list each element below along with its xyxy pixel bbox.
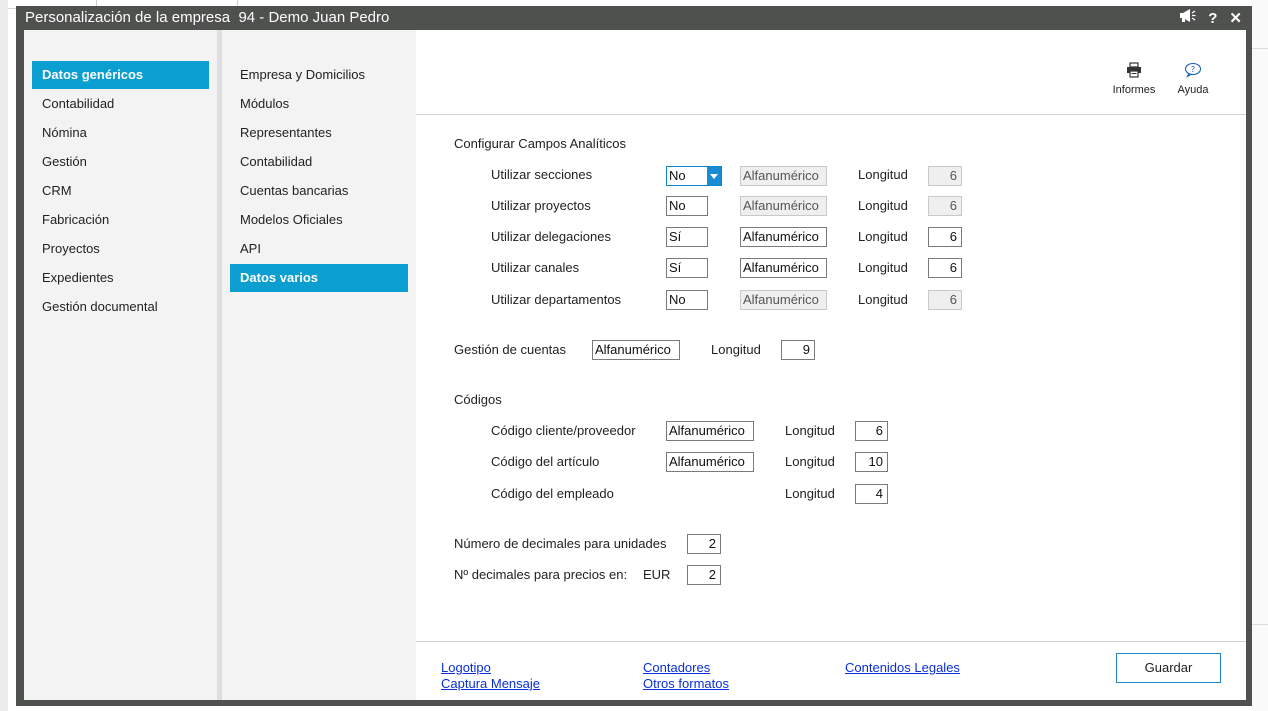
subnav-item-modulos[interactable]: Módulos: [230, 90, 408, 118]
departamentos-type-field: Alfanumérico: [740, 290, 827, 310]
logotipo-link[interactable]: Logotipo: [441, 660, 491, 675]
informes-button[interactable]: Informes: [1104, 62, 1164, 96]
otros-formatos-link[interactable]: Otros formatos: [643, 676, 729, 691]
secciones-label: Utilizar secciones: [491, 167, 593, 182]
analiticos-heading: Configurar Campos Analíticos: [454, 136, 626, 151]
secondary-nav: Empresa y Domicilios Módulos Representan…: [222, 30, 416, 700]
codigo-empleado-label: Código del empleado: [491, 486, 614, 501]
ayuda-button[interactable]: ? Ayuda: [1163, 62, 1223, 96]
primary-nav: Datos genéricos Contabilidad Nómina Gest…: [24, 30, 217, 700]
background-divider: [1252, 48, 1268, 49]
codigo-cliente-length-field[interactable]: 6: [855, 421, 888, 441]
captura-mensaje-link[interactable]: Captura Mensaje: [441, 676, 540, 691]
nav-item-gestion[interactable]: Gestión: [32, 148, 209, 176]
close-icon[interactable]: ✕: [1229, 9, 1242, 29]
cuentas-longitud-label: Longitud: [711, 342, 761, 357]
secciones-type-field: Alfanumérico: [740, 166, 827, 186]
toolbar-divider: [416, 114, 1246, 115]
subnav-item-datos-varios[interactable]: Datos varios: [230, 264, 408, 292]
secciones-length-field: 6: [928, 166, 962, 186]
proyectos-select[interactable]: No: [666, 196, 708, 216]
help-bubble-icon: ?: [1184, 62, 1202, 78]
codigo-articulo-type-field[interactable]: Alfanumérico: [666, 452, 754, 472]
decimales-unidades-label: Número de decimales para unidades: [454, 536, 667, 551]
decimales-precios-label: Nº decimales para precios en:: [454, 567, 628, 582]
codigo-cliente-label: Código cliente/proveedor: [491, 423, 636, 438]
subnav-item-empresa-domicilios[interactable]: Empresa y Domicilios: [230, 61, 408, 89]
nav-item-proyectos[interactable]: Proyectos: [32, 235, 209, 263]
departamentos-length-field: 6: [928, 290, 962, 310]
nav-item-expedientes[interactable]: Expedientes: [32, 264, 209, 292]
background-left-strip: [0, 0, 8, 711]
canales-longitud-label: Longitud: [858, 260, 908, 275]
help-icon[interactable]: ?: [1208, 9, 1217, 29]
ayuda-label: Ayuda: [1177, 84, 1209, 96]
secciones-longitud-label: Longitud: [858, 167, 908, 182]
cuentas-label: Gestión de cuentas: [454, 342, 567, 357]
nav-item-fabricacion[interactable]: Fabricación: [32, 206, 209, 234]
departamentos-select[interactable]: No: [666, 290, 708, 310]
canales-type-field[interactable]: Alfanumérico: [740, 258, 827, 278]
secciones-value: No: [669, 168, 686, 183]
codigos-heading: Códigos: [454, 392, 502, 407]
delegaciones-length-field[interactable]: 6: [928, 227, 962, 247]
codigo-empleado-length-field[interactable]: 4: [855, 484, 888, 504]
subnav-item-modelos-oficiales[interactable]: Modelos Oficiales: [230, 206, 408, 234]
subnav-item-contabilidad[interactable]: Contabilidad: [230, 148, 408, 176]
codigo-articulo-length-field[interactable]: 10: [855, 452, 888, 472]
secciones-select[interactable]: No: [666, 166, 722, 186]
footer-divider: [416, 641, 1246, 642]
proyectos-longitud-label: Longitud: [858, 198, 908, 213]
nav-item-datos-genericos[interactable]: Datos genéricos: [32, 61, 209, 89]
departamentos-longitud-label: Longitud: [858, 292, 908, 307]
proyectos-type-field: Alfanumérico: [740, 196, 827, 216]
title-bar: Personalización de la empresa 94 - Demo …: [16, 6, 1252, 30]
cuentas-type-field[interactable]: Alfanumérico: [592, 340, 680, 360]
currency-label: EUR: [643, 567, 671, 582]
content-panel: Informes ? Ayuda Configurar Campos Analí…: [416, 30, 1246, 700]
departamentos-label: Utilizar departamentos: [491, 292, 622, 307]
canales-select[interactable]: Sí: [666, 258, 708, 278]
codigo-empleado-longitud-label: Longitud: [785, 486, 835, 501]
nav-item-gestion-documental[interactable]: Gestión documental: [32, 293, 209, 321]
chevron-down-icon[interactable]: [707, 167, 721, 185]
subnav-item-api[interactable]: API: [230, 235, 408, 263]
contadores-link[interactable]: Contadores: [643, 660, 710, 675]
save-button[interactable]: Guardar: [1116, 653, 1221, 683]
canales-label: Utilizar canales: [491, 260, 580, 275]
informes-label: Informes: [1112, 84, 1156, 96]
delegaciones-select[interactable]: Sí: [666, 227, 708, 247]
nav-item-nomina[interactable]: Nómina: [32, 119, 209, 147]
decimales-unidades-field[interactable]: 2: [687, 534, 721, 554]
delegaciones-longitud-label: Longitud: [858, 229, 908, 244]
dialog-body: Datos genéricos Contabilidad Nómina Gest…: [24, 30, 1246, 700]
codigo-cliente-longitud-label: Longitud: [785, 423, 835, 438]
proyectos-length-field: 6: [928, 196, 962, 216]
megaphone-icon[interactable]: [1179, 8, 1196, 29]
delegaciones-type-field[interactable]: Alfanumérico: [740, 227, 827, 247]
nav-item-crm[interactable]: CRM: [32, 177, 209, 205]
svg-text:?: ?: [1191, 65, 1195, 74]
cuentas-length-field[interactable]: 9: [781, 340, 815, 360]
decimales-precios-field[interactable]: 2: [687, 565, 721, 585]
subnav-item-representantes[interactable]: Representantes: [230, 119, 408, 147]
proyectos-label: Utilizar proyectos: [491, 198, 591, 213]
background-divider: [1252, 624, 1268, 625]
nav-item-contabilidad[interactable]: Contabilidad: [32, 90, 209, 118]
subnav-item-cuentas-bancarias[interactable]: Cuentas bancarias: [230, 177, 408, 205]
canales-length-field[interactable]: 6: [928, 258, 962, 278]
codigo-cliente-type-field[interactable]: Alfanumérico: [666, 421, 754, 441]
background-right-strip: [1252, 0, 1268, 711]
codigo-articulo-longitud-label: Longitud: [785, 454, 835, 469]
codigo-articulo-label: Código del artículo: [491, 454, 600, 469]
printer-icon: [1127, 62, 1141, 78]
title-bar-icons: ? ✕: [1179, 8, 1242, 29]
delegaciones-label: Utilizar delegaciones: [491, 229, 611, 244]
personalization-dialog: Personalización de la empresa 94 - Demo …: [16, 6, 1252, 706]
contenidos-legales-link[interactable]: Contenidos Legales: [845, 660, 960, 675]
window-title: Personalización de la empresa 94 - Demo …: [25, 9, 390, 26]
